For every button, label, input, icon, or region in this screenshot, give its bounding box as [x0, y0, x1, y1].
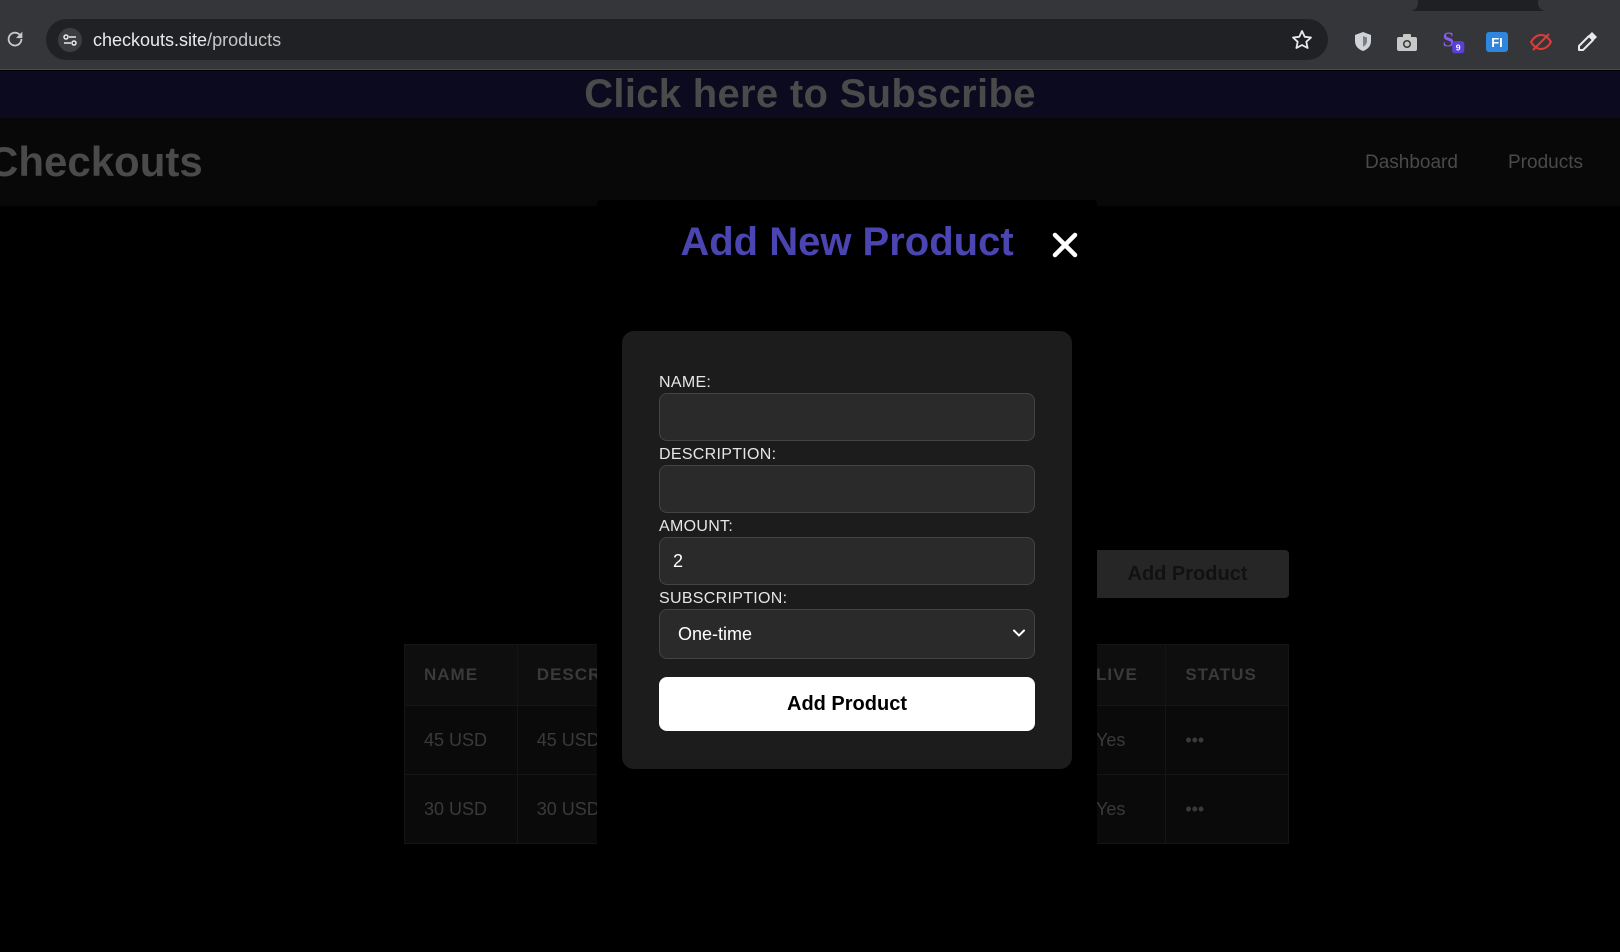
svg-text:FI: FI: [1491, 35, 1503, 50]
amount-label: AMOUNT:: [659, 518, 734, 535]
subscribe-banner-text: Click here to Subscribe: [584, 72, 1036, 116]
tab-strip: [0, 0, 1620, 11]
browser-toolbar: checkouts.site/products S 9 FI: [0, 11, 1620, 70]
add-product-modal: Add New Product NAME: DESCRIPTION: AMOUN…: [597, 200, 1097, 856]
new-tab-area[interactable]: [1538, 0, 1620, 11]
subscribe-banner[interactable]: Click here to Subscribe: [0, 71, 1620, 118]
subscription-label: SUBSCRIPTION:: [659, 590, 788, 607]
close-icon[interactable]: [1048, 228, 1082, 262]
nav-link-dashboard[interactable]: Dashboard: [1365, 152, 1458, 174]
nav-link-products[interactable]: Products: [1508, 152, 1583, 174]
background-add-product-button[interactable]: Add Product: [1086, 550, 1289, 598]
camera-extension-icon[interactable]: [1394, 29, 1420, 55]
address-bar[interactable]: checkouts.site/products: [46, 19, 1328, 60]
name-label: NAME:: [659, 374, 712, 391]
site-info-icon[interactable]: [58, 28, 82, 52]
url-path: /products: [207, 30, 282, 50]
add-product-form: NAME: DESCRIPTION: AMOUNT: SUBSCRIPTION:…: [622, 331, 1072, 769]
shield-extension-icon[interactable]: [1350, 29, 1376, 55]
amount-input[interactable]: [659, 537, 1035, 585]
row-actions-menu[interactable]: •••: [1165, 774, 1289, 844]
active-tab[interactable]: [0, 0, 1418, 11]
description-input[interactable]: [659, 465, 1035, 513]
eyedropper-extension-icon[interactable]: [1574, 29, 1600, 55]
site-navbar: Checkouts Dashboard Products: [0, 118, 1620, 206]
bookmark-star-icon[interactable]: [1290, 28, 1314, 52]
cell-name: 30 USD: [404, 774, 518, 844]
description-label: DESCRIPTION:: [659, 446, 777, 463]
name-input[interactable]: [659, 393, 1035, 441]
reload-icon[interactable]: [4, 28, 26, 50]
add-product-submit-button[interactable]: Add Product: [659, 677, 1035, 731]
eye-slash-extension-icon[interactable]: [1528, 29, 1554, 55]
row-actions-menu[interactable]: •••: [1165, 705, 1289, 775]
subscription-select[interactable]: One-time: [659, 609, 1035, 659]
chevron-down-icon: [1013, 629, 1025, 637]
subscription-selected-value: One-time: [678, 624, 753, 644]
s-extension-icon[interactable]: S 9: [1440, 29, 1466, 55]
modal-title: Add New Product: [680, 220, 1014, 264]
fi-extension-icon[interactable]: FI: [1484, 29, 1510, 55]
column-header-name: NAME: [404, 644, 518, 706]
extension-badge-count: 9: [1456, 43, 1461, 53]
url-text: checkouts.site/products: [93, 30, 281, 51]
url-domain: checkouts.site: [93, 30, 208, 50]
site-brand[interactable]: Checkouts: [0, 138, 203, 186]
column-header-status: STATUS: [1165, 644, 1289, 706]
cell-name: 45 USD: [404, 705, 518, 775]
